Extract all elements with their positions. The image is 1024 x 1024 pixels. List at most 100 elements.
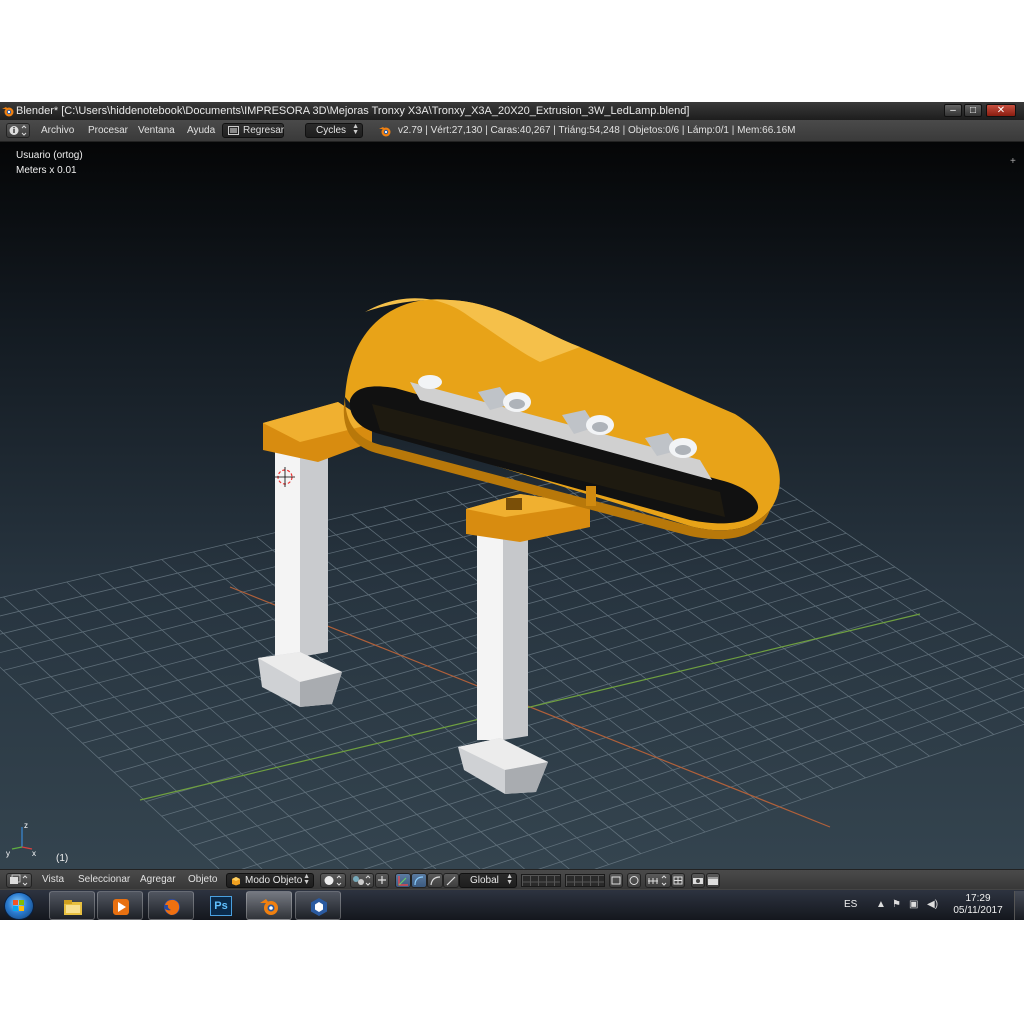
menu-ventana[interactable]: Ventana [138,124,175,138]
opengl-render-button[interactable] [691,873,705,888]
cura-icon [311,898,327,916]
3d-viewport[interactable]: z x y Usuario (ortog) Meters x 0.01 (1) … [0,142,1024,869]
view-name-label: Usuario (ortog) [16,150,83,161]
grid-line [480,690,1024,869]
viewport-canvas[interactable]: z x y [0,142,1024,869]
clapperboard-icon [708,877,718,885]
transform-type-button[interactable] [443,873,459,888]
rotate-manipulator-button[interactable] [411,873,427,888]
volume-icon[interactable]: ◀) [927,899,938,910]
menu-agregar[interactable]: Agregar [140,874,176,886]
chevron-updown-icon: ▲ ▼ [352,123,359,136]
mode-dropdown[interactable]: Modo Objeto ▲ ▼ [226,873,314,888]
layers-group-1[interactable] [521,874,561,887]
svg-text:x: x [32,849,36,858]
taskbar-firefox[interactable] [148,891,194,920]
menu-ayuda[interactable]: Ayuda [187,124,215,138]
taskbar-photoshop[interactable]: Ps [197,891,243,920]
screen: Blender* [C:\Users\hiddenotebook\Documen… [0,102,1024,920]
proportional-edit-button[interactable] [627,873,641,888]
back-button-label: Regresar [243,125,285,136]
action-center-flag-icon[interactable]: ⚑ [892,899,901,910]
chevron-up-icon[interactable]: ▲ [876,899,886,910]
render-engine-dropdown[interactable]: Cycles ▲ ▼ [305,123,363,138]
3d-view-icon [10,874,28,886]
menu-vista[interactable]: Vista [42,874,64,886]
left-support[interactable] [258,440,342,707]
translate-manipulator-button[interactable] [395,873,411,888]
object-mode-icon [232,877,240,886]
scale-icon [430,876,441,886]
axis-gizmo: z x y [6,821,36,858]
minimize-button[interactable]: – [944,104,962,117]
translate-icon [398,876,408,886]
layers-icon [611,876,621,885]
render-engine-label: Cycles [316,125,347,136]
clock-date: 05/11/2017 [953,905,1003,916]
manipulator-toggle[interactable] [375,873,389,888]
solid-shading-icon [324,875,342,886]
taskbar-explorer[interactable] [49,891,95,920]
taskbar-media-player[interactable] [97,891,143,920]
scale-manipulator-button[interactable] [427,873,443,888]
mode-label: Modo Objeto [245,875,303,886]
svg-text:z: z [24,821,28,830]
editor-type-selector[interactable] [6,873,32,888]
back-button[interactable]: Regresar [222,123,284,138]
arrow-icon [446,876,456,886]
folder-icon [64,900,82,915]
snap-element-dropdown[interactable] [645,873,671,888]
grid-line [594,723,1024,869]
grid-line [538,706,1024,869]
pivot-icon [353,875,371,886]
window-title: Blender* [C:\Users\hiddenotebook\Documen… [16,105,690,117]
clock[interactable]: 17:29 05/11/2017 [948,893,1008,917]
camera-icon [693,878,703,884]
area-split-widget[interactable]: + [1010,156,1016,167]
info-icon [9,125,27,136]
units-label: Meters x 0.01 [16,165,77,176]
windows-taskbar: Ps ES ▲ ⚑ ▣ ◀) 17:29 05/11/2017 [0,889,1024,920]
grid-line [351,514,738,822]
pivot-point-dropdown[interactable] [350,873,374,888]
snap-toggle[interactable] [671,873,685,888]
orientation-dropdown[interactable]: Global ▲ ▼ [459,873,517,888]
show-desktop-button[interactable] [1014,891,1024,920]
manipulator-icon [378,876,386,884]
viewport-shading-dropdown[interactable] [320,873,346,888]
menu-seleccionar[interactable]: Seleccionar [78,874,130,886]
chevron-updown-icon: ▲ ▼ [303,873,310,886]
close-button[interactable]: ✕ [986,104,1016,117]
lock-layers-button[interactable] [609,873,623,888]
screen-back-icon [228,126,239,135]
blender-logo-icon [2,107,14,117]
clock-time: 17:29 [965,893,991,904]
start-button[interactable] [4,892,34,920]
network-icon[interactable]: ▣ [909,899,918,910]
chevron-updown-icon: ▲ ▼ [506,873,513,886]
snap-increment-icon [648,875,667,886]
taskbar-cura[interactable] [295,891,341,920]
scene-stats: v2.79 | Vért:27,130 | Caras:40,267 | Tri… [398,125,796,136]
blender-logo-icon [260,899,278,915]
windows-logo-icon [13,900,24,911]
grid-snap-icon [673,876,683,885]
firefox-icon [164,899,180,915]
orientation-label: Global [470,875,499,886]
taskbar-blender[interactable] [246,891,292,920]
maximize-button[interactable]: □ [964,104,982,117]
blender-logo-icon [379,127,391,137]
media-player-icon [113,899,129,915]
menu-archivo[interactable]: Archivo [41,124,74,138]
title-bar: Blender* [C:\Users\hiddenotebook\Documen… [0,102,1024,120]
language-indicator[interactable]: ES [844,899,857,910]
editor-type-selector[interactable] [6,123,30,138]
svg-text:y: y [6,849,10,858]
opengl-animation-button[interactable] [706,873,720,888]
info-header: Archivo Procesar Ventana Ayuda Regresar … [0,120,1024,142]
rotate-icon [414,876,424,886]
menu-procesar[interactable]: Procesar [88,124,128,138]
layers-group-2[interactable] [565,874,605,887]
3d-view-header: Vista Seleccionar Agregar Objeto Modo Ob… [0,869,1024,889]
menu-objeto[interactable]: Objeto [188,874,217,886]
